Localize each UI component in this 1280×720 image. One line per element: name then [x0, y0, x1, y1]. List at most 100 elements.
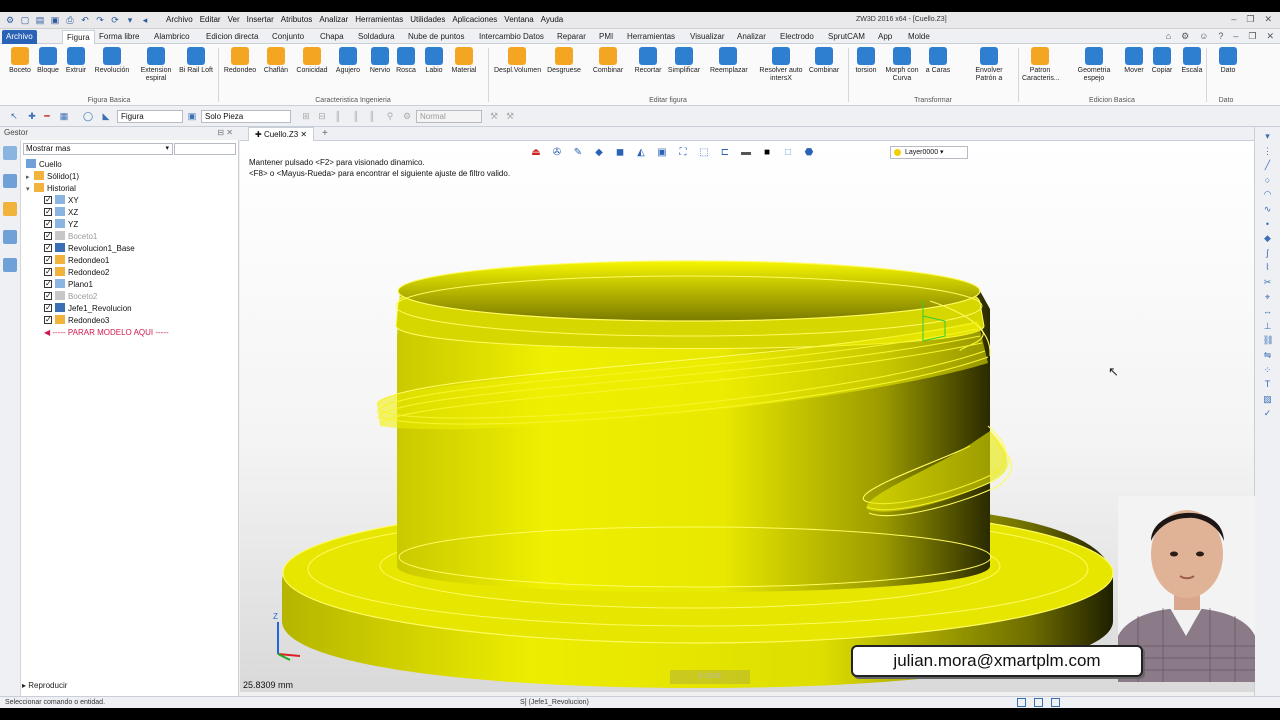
render-select[interactable]: Normal: [416, 110, 482, 123]
conicidad-button[interactable]: Conicidad: [294, 47, 330, 75]
new-tab-icon[interactable]: +: [322, 128, 328, 139]
close-icon[interactable]: ✕: [1266, 31, 1274, 42]
filter-grid-icon[interactable]: ▦: [58, 110, 70, 122]
3d-viewport[interactable]: Z Mantener pulsado <F2> para visionado d…: [240, 141, 1254, 692]
print-icon[interactable]: ⎙: [64, 14, 76, 26]
combinar-button[interactable]: Combinar: [590, 47, 626, 75]
offset-tool-icon[interactable]: ⌇: [1263, 262, 1273, 272]
check-tool-icon[interactable]: ✓: [1263, 408, 1273, 418]
gear-icon[interactable]: ⚙: [1181, 31, 1189, 42]
document-tab[interactable]: ✚ Cuello.Z3 ✕: [248, 127, 315, 141]
manager-pin-close-icon[interactable]: ⊟ ✕: [217, 127, 233, 139]
extension-espiral-button[interactable]: Extension espiral: [138, 47, 174, 83]
snap6-icon[interactable]: ⚲: [384, 110, 396, 122]
back-arrow-icon[interactable]: ◂: [139, 14, 151, 26]
assembly-manager-icon[interactable]: [3, 174, 17, 188]
status-grid-icon[interactable]: [1034, 698, 1043, 707]
view-manager-icon[interactable]: [3, 230, 17, 244]
save-icon[interactable]: ▣: [49, 14, 61, 26]
pen-icon[interactable]: ✎: [570, 146, 586, 159]
menu-ayuda[interactable]: Ayuda: [541, 15, 564, 24]
hatch-tool-icon[interactable]: ▨: [1263, 394, 1273, 404]
pattern-tool-icon[interactable]: ⁘: [1263, 365, 1273, 375]
snap5-icon[interactable]: ║: [366, 110, 378, 122]
spline-tool-icon[interactable]: ∫: [1263, 248, 1273, 258]
recortar-button[interactable]: Recortar: [630, 47, 666, 75]
background-white-icon[interactable]: □: [780, 146, 796, 159]
desgruese-button[interactable]: Desgruese: [546, 47, 582, 75]
visibility-checkbox[interactable]: [44, 314, 52, 326]
display-mode-icon[interactable]: ▣: [654, 146, 670, 159]
user-manager-icon[interactable]: [3, 258, 17, 272]
orbit-icon[interactable]: ✇: [549, 146, 565, 159]
tab-sprutcam[interactable]: SprutCAM: [824, 30, 869, 44]
patron-caracteris-button[interactable]: Patron Caracteris...: [1022, 47, 1060, 83]
tool2-icon[interactable]: ⚒: [504, 110, 516, 122]
agujero-button[interactable]: Agujero: [330, 47, 366, 75]
tree-item-boceto2[interactable]: Boceto2: [44, 290, 97, 303]
arc-tool-icon[interactable]: ◠: [1263, 189, 1273, 199]
background-black-icon[interactable]: ■: [759, 146, 775, 159]
library-icon[interactable]: [3, 202, 17, 216]
shape-filter-icon[interactable]: ◣: [100, 110, 112, 122]
exit-view-icon[interactable]: ⏏: [528, 146, 544, 159]
material-button[interactable]: Material: [446, 47, 482, 75]
restore-icon[interactable]: ❐: [1248, 31, 1256, 42]
replay-control[interactable]: ▸ Reproducir: [22, 681, 67, 690]
visibility-checkbox[interactable]: [44, 230, 52, 242]
manager-filter-select[interactable]: Mostrar mas ▾: [23, 143, 173, 155]
tree-item-redondeo2[interactable]: Redondeo2: [44, 266, 109, 279]
render-icon[interactable]: ⚙: [401, 110, 413, 122]
tab-herramientas[interactable]: Herramientas: [623, 30, 679, 44]
menu-utilidades[interactable]: Utilidades: [410, 15, 445, 24]
point-tool-icon[interactable]: •: [1263, 219, 1273, 229]
tab-soldadura[interactable]: Soldadura: [354, 30, 398, 44]
part-icon[interactable]: ▣: [186, 110, 198, 122]
tab-figura[interactable]: Figura: [62, 30, 95, 44]
snap2-icon[interactable]: ⊟: [316, 110, 328, 122]
manager-search-input[interactable]: [174, 143, 236, 155]
chevron-down-icon[interactable]: ▾: [124, 14, 136, 26]
snap-icon[interactable]: ⊞: [300, 110, 312, 122]
redo-icon[interactable]: ↷: [94, 14, 106, 26]
dato-button[interactable]: Dato: [1210, 47, 1246, 75]
torsion-button[interactable]: torsion: [848, 47, 884, 75]
filter-select[interactable]: Figura: [117, 110, 183, 123]
visibility-checkbox[interactable]: [44, 254, 52, 266]
layer-select[interactable]: Layer0000 ▾: [890, 146, 968, 159]
line-icon[interactable]: ╱: [1263, 160, 1273, 170]
shaded-icon[interactable]: ◆: [591, 146, 607, 159]
dimension-tool-icon[interactable]: ↔: [1263, 306, 1273, 316]
chaflan-button[interactable]: Chaflán: [258, 47, 294, 75]
tab-conjunto[interactable]: Conjunto: [268, 30, 308, 44]
user-icon[interactable]: ☺: [1199, 31, 1208, 42]
escala-button[interactable]: Escala: [1174, 47, 1210, 75]
tab-nube-de-puntos[interactable]: Nube de puntos: [404, 30, 469, 44]
tab-intercambio-datos[interactable]: Intercambio Datos: [475, 30, 548, 44]
tab-pmi[interactable]: PMI: [595, 30, 617, 44]
tab-reparar[interactable]: Reparar: [553, 30, 590, 44]
tab-app[interactable]: App: [874, 30, 896, 44]
curve-tool-icon[interactable]: ∿: [1263, 204, 1273, 214]
menu-analizar[interactable]: Analizar: [319, 15, 348, 24]
open-folder-icon[interactable]: ▤: [34, 14, 46, 26]
menu-editar[interactable]: Editar: [200, 15, 221, 24]
reemplazar-button[interactable]: Reemplazar: [710, 47, 748, 75]
resolver-auto-intersx-button[interactable]: Resolver auto intersX: [758, 47, 804, 83]
envolver-patron-a-button[interactable]: Envolver Patrón a: [966, 47, 1012, 83]
mirror-tool-icon[interactable]: ⇋: [1263, 350, 1273, 360]
status-view-icon[interactable]: [1017, 698, 1026, 707]
visibility-checkbox[interactable]: [44, 218, 52, 230]
status-layout-icon[interactable]: [1051, 698, 1060, 707]
link-tool-icon[interactable]: ⛓: [1263, 335, 1274, 345]
zoom-window-icon[interactable]: ⬚: [696, 146, 712, 159]
tab-forma-libre[interactable]: Forma libre: [95, 30, 143, 44]
tab-molde[interactable]: Molde: [904, 30, 934, 44]
tab-chapa[interactable]: Chapa: [316, 30, 348, 44]
menu-herramientas[interactable]: Herramientas: [355, 15, 403, 24]
history-manager-icon[interactable]: [3, 146, 17, 160]
menu-insertar[interactable]: Insertar: [247, 15, 274, 24]
tree-item-cuello[interactable]: Cuello: [26, 159, 62, 171]
constraint-tool-icon[interactable]: ⊥: [1263, 321, 1273, 331]
close-icon[interactable]: ✕: [1264, 14, 1272, 25]
